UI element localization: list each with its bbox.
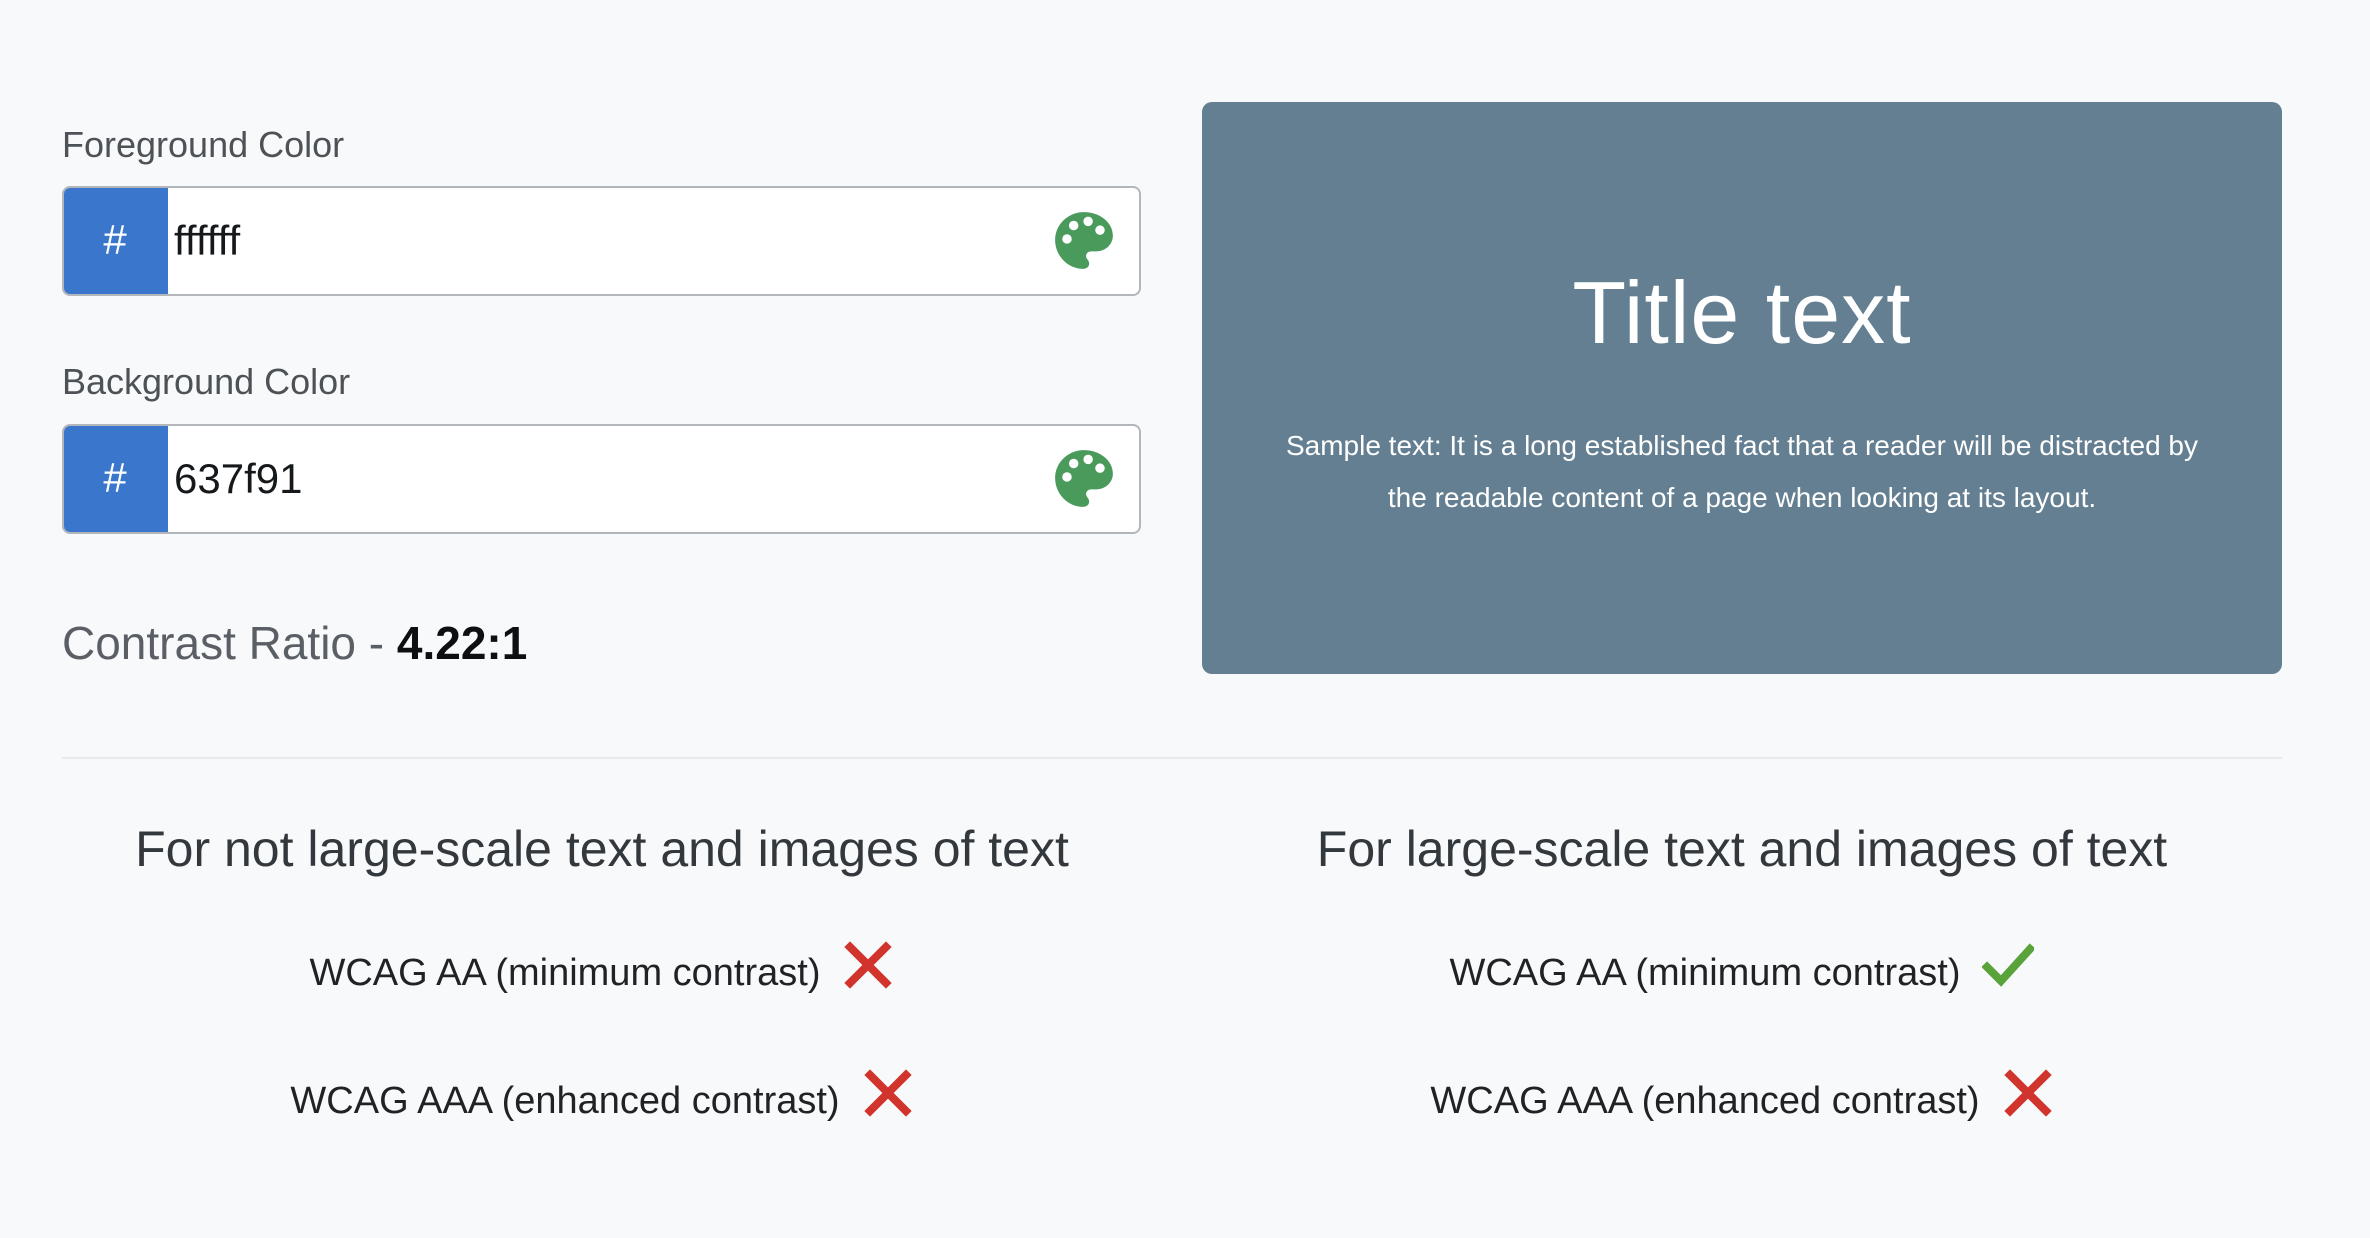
normal-aaa-label: WCAG AAA (enhanced contrast) — [290, 1080, 840, 1122]
palette-icon[interactable] — [1051, 208, 1117, 274]
contrast-ratio-value: 4.22:1 — [396, 617, 528, 669]
foreground-input-group: # — [62, 186, 1141, 296]
contrast-ratio: Contrast Ratio - 4.22:1 — [62, 616, 527, 670]
large-aa-result: WCAG AA (minimum contrast) — [1192, 942, 2292, 995]
contrast-ratio-label: Contrast Ratio - — [62, 617, 397, 669]
normal-aa-label: WCAG AA (minimum contrast) — [309, 952, 821, 994]
background-input-group: # — [62, 424, 1141, 534]
preview-box: Title text Sample text: It is a long est… — [1202, 102, 2282, 674]
normal-aa-result: WCAG AA (minimum contrast) — [52, 940, 1152, 995]
preview-sample-text: Sample text: It is a long established fa… — [1285, 430, 2199, 513]
normal-aaa-result: WCAG AAA (enhanced contrast) — [52, 1068, 1152, 1123]
background-color-input[interactable] — [168, 426, 1051, 532]
foreground-hash-prefix: # — [64, 188, 168, 294]
cross-icon — [863, 1068, 912, 1117]
large-text-heading: For large-scale text and images of text — [1316, 821, 2168, 877]
cross-icon — [2003, 1068, 2052, 1117]
preview-title: Title text — [1572, 263, 1912, 362]
background-label: Background Color — [62, 361, 351, 402]
foreground-color-input[interactable] — [168, 188, 1051, 294]
divider — [62, 757, 2282, 759]
foreground-label: Foreground Color — [62, 124, 345, 165]
normal-text-heading: For not large-scale text and images of t… — [135, 821, 1069, 877]
large-aaa-result: WCAG AAA (enhanced contrast) — [1192, 1068, 2292, 1123]
large-aaa-label: WCAG AAA (enhanced contrast) — [1430, 1080, 1980, 1122]
large-aa-label: WCAG AA (minimum contrast) — [1449, 952, 1961, 994]
cross-icon — [844, 940, 893, 989]
palette-icon[interactable] — [1051, 446, 1117, 512]
check-icon — [1982, 942, 2035, 987]
background-hash-prefix: # — [64, 426, 168, 532]
